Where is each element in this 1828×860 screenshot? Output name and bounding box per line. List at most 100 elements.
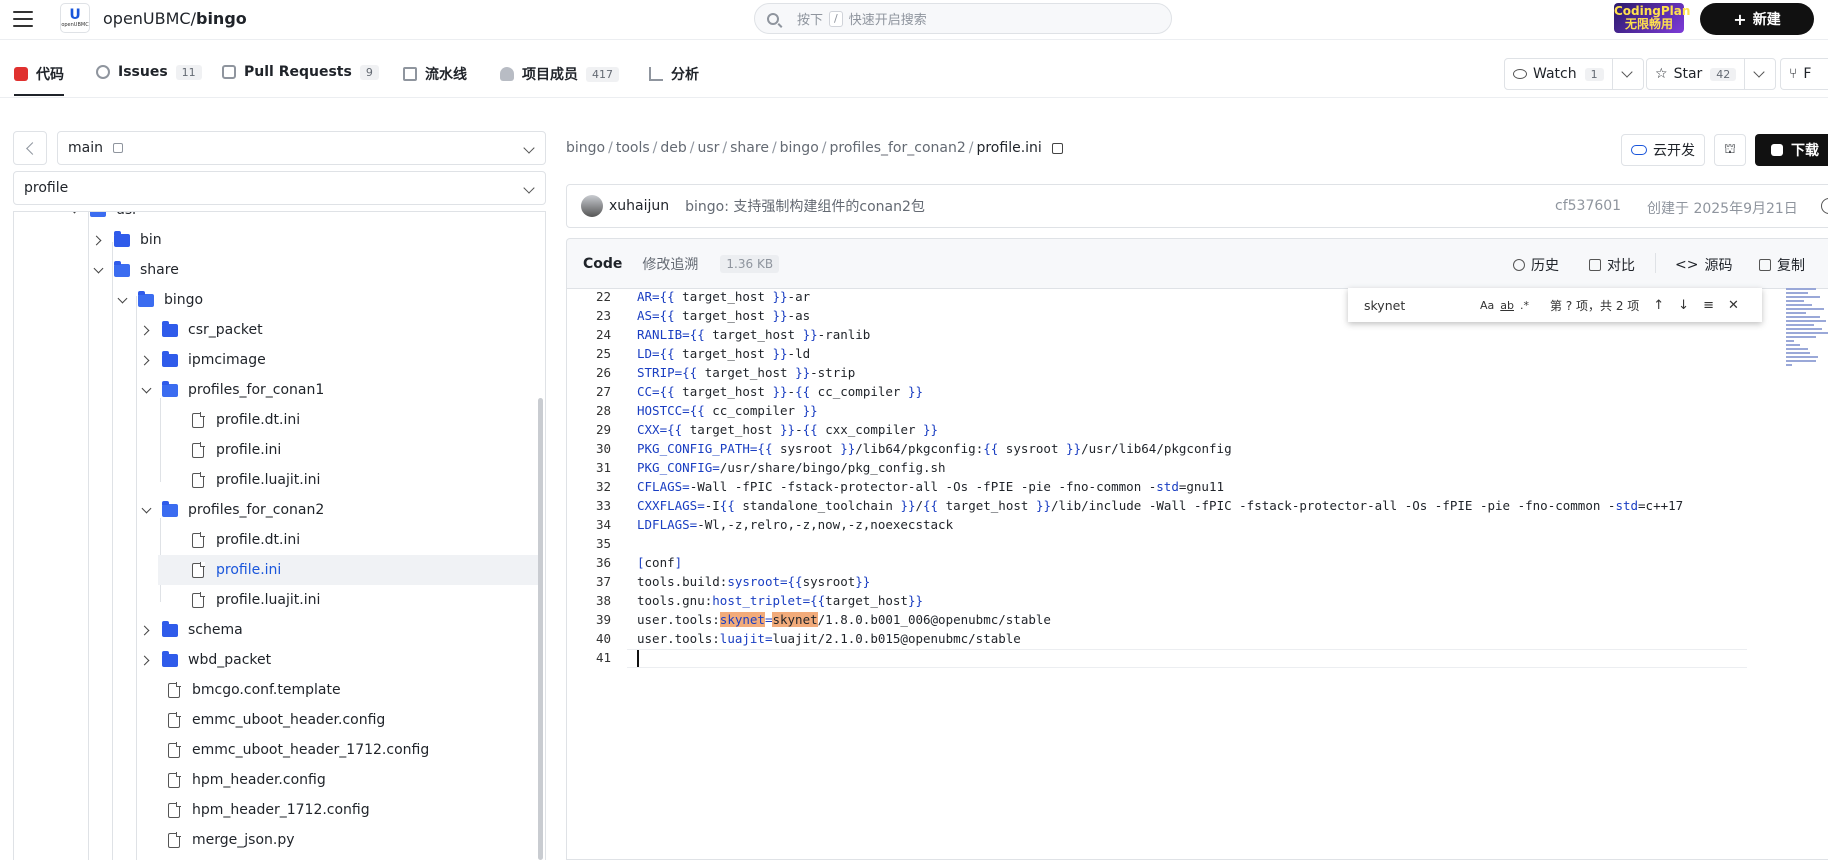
breadcrumb-item[interactable]: bingo	[566, 140, 605, 156]
code-token: cc_compiler	[810, 384, 908, 399]
tree-folder-csr-packet[interactable]: csr_packet	[138, 315, 263, 345]
tab-analytics[interactable]: 分析	[649, 64, 699, 84]
tree-file[interactable]: emmc_uboot_header.config	[168, 705, 385, 735]
expand-toggle[interactable]	[138, 652, 154, 668]
code-minimap[interactable]	[1786, 288, 1828, 370]
ai-button[interactable]: ⛫	[1714, 134, 1746, 166]
collapse-tree-button[interactable]	[13, 131, 47, 165]
tab-pull-requests[interactable]: Pull Requests 9	[222, 64, 379, 80]
repo-logo[interactable]: U openUBMC	[60, 3, 90, 33]
menu-icon[interactable]	[12, 8, 34, 30]
copy-path-icon[interactable]	[1051, 142, 1063, 154]
commit-message[interactable]: bingo: 支持强制构建组件的conan2包	[685, 196, 925, 216]
new-button[interactable]: + 新建	[1700, 3, 1814, 35]
find-in-selection-icon[interactable]: ≡	[1703, 298, 1714, 313]
tree-node-label: usr	[116, 212, 138, 218]
breadcrumb-item[interactable]: share	[730, 140, 769, 156]
tree-file[interactable]: profile.ini	[192, 435, 281, 465]
expand-toggle[interactable]	[66, 212, 82, 218]
expand-toggle[interactable]	[138, 622, 154, 638]
tree-file[interactable]: profile.luajit.ini	[192, 585, 320, 615]
branch-selector[interactable]: main	[57, 131, 546, 165]
breadcrumb-item[interactable]: usr	[697, 140, 719, 156]
tree-folder-usr[interactable]: usr	[66, 212, 138, 225]
tree-file[interactable]: profile.dt.ini	[192, 405, 300, 435]
tab-code-view[interactable]: Code	[583, 256, 622, 272]
chevron-down-icon[interactable]	[1753, 66, 1765, 78]
copy-icon[interactable]	[112, 143, 123, 153]
expand-toggle[interactable]	[138, 502, 154, 518]
code-token: }}	[900, 498, 916, 513]
tree-file[interactable]: profile.dt.ini	[192, 525, 300, 555]
file-filter-input[interactable]: profile	[13, 171, 546, 205]
expand-toggle[interactable]	[138, 382, 154, 398]
tree-folder-bin[interactable]: bin	[90, 225, 162, 255]
expand-toggle[interactable]	[90, 262, 106, 278]
copy-button[interactable]: 复制	[1759, 255, 1805, 275]
expand-toggle[interactable]	[114, 292, 130, 308]
tree-file[interactable]: hpm_header.config	[168, 765, 326, 795]
avatar[interactable]	[581, 195, 603, 217]
fork-button[interactable]: ⑂ F	[1780, 58, 1828, 90]
watch-button[interactable]: Watch 1	[1504, 58, 1644, 90]
tree-folder-profiles-for-conan1[interactable]: profiles_for_conan1	[138, 375, 324, 405]
source-button[interactable]: <> 源码	[1675, 255, 1732, 275]
match-case-toggle[interactable]: Aa	[1480, 299, 1494, 312]
code-token: user.tools:	[637, 612, 720, 627]
whole-word-toggle[interactable]: ab	[1500, 299, 1514, 312]
expand-toggle[interactable]	[138, 352, 154, 368]
repo-name[interactable]: bingo	[196, 9, 247, 28]
tab-members[interactable]: 项目成员 417	[500, 64, 619, 84]
close-icon[interactable]: ✕	[1728, 298, 1739, 313]
tab-blame[interactable]: 修改追溯	[642, 254, 698, 274]
code-token: std	[1615, 498, 1639, 513]
download-button[interactable]: 下载	[1755, 134, 1828, 166]
tree-file[interactable]: emmc_uboot_header_1712.config	[168, 735, 429, 765]
tab-pipeline[interactable]: 流水线	[403, 64, 467, 84]
tree-folder-profiles-for-conan2[interactable]: profiles_for_conan2	[138, 495, 324, 525]
expand-toggle[interactable]	[90, 232, 106, 248]
breadcrumb-item[interactable]: tools	[616, 140, 650, 156]
tree-folder-ipmcimage[interactable]: ipmcimage	[138, 345, 266, 375]
history-clock-icon[interactable]	[1821, 198, 1828, 214]
tree-file[interactable]: hpm_header_1712.config	[168, 795, 370, 825]
tree-file[interactable]: profile.luajit.ini	[192, 465, 320, 495]
code-token: {{	[659, 346, 675, 361]
breadcrumb-item[interactable]: deb	[660, 140, 686, 156]
global-search[interactable]: 按下 / 快速开启搜索	[754, 3, 1172, 34]
tree-scrollbar[interactable]	[538, 398, 543, 860]
expand-toggle[interactable]	[138, 322, 154, 338]
tree-file-selected[interactable]: profile.ini	[158, 555, 538, 585]
arrow-up-icon[interactable]: ↑	[1653, 298, 1664, 313]
star-button[interactable]: ☆ Star 42	[1646, 58, 1777, 90]
compare-button[interactable]: 对比	[1589, 255, 1635, 275]
arrow-down-icon[interactable]: ↓	[1678, 298, 1689, 313]
line-number: 34	[595, 517, 611, 532]
tab-issues[interactable]: Issues 11	[96, 64, 202, 80]
tab-label: 项目成员	[522, 67, 578, 83]
promo-banner[interactable]: CodingPlan 无限畅用	[1614, 3, 1690, 33]
code-token: }}	[923, 422, 939, 437]
repo-title[interactable]: openUBMC/bingo	[103, 9, 247, 28]
history-button[interactable]: 历史	[1513, 255, 1559, 275]
tree-folder-schema[interactable]: schema	[138, 615, 243, 645]
commit-hash[interactable]: cf537601	[1555, 198, 1621, 214]
commit-author[interactable]: xuhaijun	[609, 198, 669, 214]
tree-folder-share[interactable]: share	[90, 255, 179, 285]
tree-folder-bingo[interactable]: bingo	[114, 285, 203, 315]
find-input[interactable]: skynet Aa ab .*	[1364, 293, 1536, 317]
tree-folder-wbd-packet[interactable]: wbd_packet	[138, 645, 271, 675]
chevron-down-icon[interactable]	[1620, 66, 1633, 78]
tree-file[interactable]: merge_json.py	[168, 825, 295, 855]
tree-node-label: bin	[140, 232, 162, 248]
repo-owner[interactable]: openUBMC	[103, 9, 191, 28]
commit-date: 创建于 2025年9月21日	[1647, 201, 1798, 217]
breadcrumb-item[interactable]: bingo	[780, 140, 819, 156]
tab-code[interactable]: 代码	[14, 64, 64, 96]
code-editor[interactable]: 22 AR={{ target_host }}-ar 23 AS={{ target_…	[566, 288, 1828, 860]
regex-toggle[interactable]: .*	[1520, 299, 1529, 312]
file-icon	[168, 681, 181, 698]
tree-file[interactable]: bmcgo.conf.template	[168, 675, 341, 705]
breadcrumb-item[interactable]: profiles_for_conan2	[829, 140, 965, 156]
cloud-dev-button[interactable]: 云开发	[1621, 134, 1705, 166]
